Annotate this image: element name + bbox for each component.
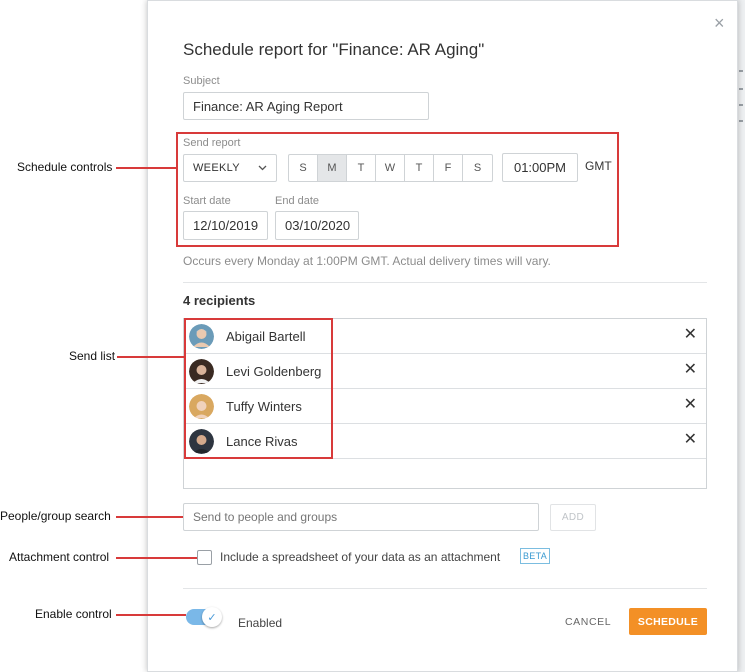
callout-line xyxy=(116,557,197,559)
recipients-heading: 4 recipients xyxy=(183,293,256,308)
schedule-summary: Occurs every Monday at 1:00PM GMT. Actua… xyxy=(183,254,551,268)
remove-recipient-icon[interactable]: ✕ xyxy=(684,432,697,448)
callout-schedule-controls: Schedule controls xyxy=(17,160,113,174)
callout-send-list: Send list xyxy=(69,349,116,363)
subject-label: Subject xyxy=(183,75,220,87)
callout-people-search: People/group search xyxy=(0,509,111,523)
add-button[interactable]: ADD xyxy=(550,504,596,531)
people-search-input[interactable] xyxy=(183,503,539,531)
check-icon: ✓ xyxy=(202,607,222,627)
subject-input[interactable]: Finance: AR Aging Report xyxy=(183,92,429,120)
callout-line xyxy=(117,356,184,358)
remove-recipient-icon[interactable]: ✕ xyxy=(684,327,697,343)
remove-recipient-icon[interactable]: ✕ xyxy=(684,362,697,378)
callout-enable-control: Enable control xyxy=(35,607,112,621)
callout-line xyxy=(116,516,183,518)
schedule-button[interactable]: SCHEDULE xyxy=(629,608,707,635)
close-icon[interactable]: × xyxy=(714,14,725,32)
divider xyxy=(183,588,707,589)
remove-recipient-icon[interactable]: ✕ xyxy=(684,397,697,413)
enabled-toggle[interactable]: ✓ xyxy=(186,607,222,627)
attachment-checkbox[interactable] xyxy=(197,550,212,565)
enabled-label: Enabled xyxy=(238,616,283,630)
subject-value: Finance: AR Aging Report xyxy=(193,98,343,114)
divider xyxy=(183,282,707,283)
cancel-button[interactable]: CANCEL xyxy=(565,616,611,628)
send-list-highlight xyxy=(184,318,333,459)
schedule-controls-highlight xyxy=(176,132,619,247)
callout-line xyxy=(116,614,186,616)
dialog-title: Schedule report for "Finance: AR Aging" xyxy=(183,40,485,59)
callout-line xyxy=(116,167,176,169)
callout-attachment-control: Attachment control xyxy=(9,550,110,564)
beta-badge: BETA xyxy=(520,548,550,564)
attachment-label: Include a spreadsheet of your data as an… xyxy=(220,550,501,564)
